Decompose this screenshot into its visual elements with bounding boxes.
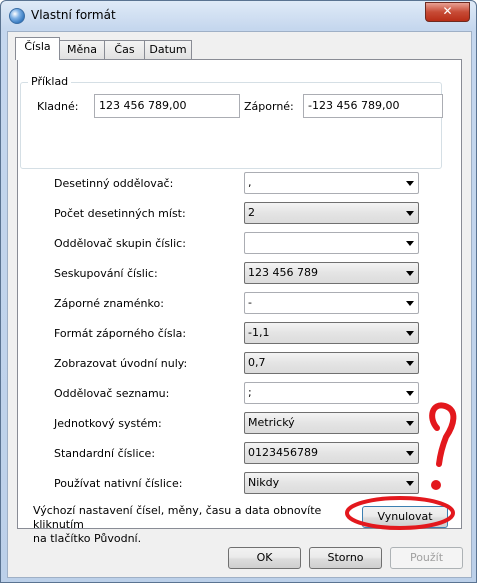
cancel-button[interactable]: Storno [309, 547, 382, 569]
negative-number-format-label: Formát záporného čísla: [54, 327, 187, 340]
negative-label: Záporné: [244, 100, 294, 113]
tab-cas[interactable]: Čas [104, 40, 145, 59]
list-separator-combo[interactable]: ; [244, 382, 419, 404]
decimal-separator-combo[interactable]: , [244, 172, 419, 194]
reset-button[interactable]: Vynulovat [362, 506, 448, 528]
reset-info-line-2: na tlačítko Původní. [33, 532, 142, 545]
measurement-system-value: Metrický [248, 416, 295, 429]
list-separator-value: ; [248, 386, 252, 399]
negative-sign-value: - [248, 296, 252, 309]
title-bar[interactable]: Vlastní formát ✕ [1, 1, 476, 31]
dropdown-arrow-icon[interactable] [406, 301, 414, 306]
negative-number-format-select[interactable]: -1,1 [244, 322, 419, 344]
dropdown-arrow-icon[interactable] [406, 391, 414, 396]
tab-cisla[interactable]: Čísla [15, 37, 60, 60]
window-title: Vlastní formát [31, 8, 116, 22]
dropdown-arrow-icon[interactable] [406, 271, 414, 276]
native-digits-label: Používat nativní číslice: [54, 477, 183, 490]
standard-digits-label: Standardní číslice: [54, 447, 156, 460]
negative-sign-label: Záporné znaménko: [54, 297, 164, 310]
native-digits-value: Nikdy [248, 476, 280, 489]
decimal-digits-value: 2 [248, 206, 255, 219]
dropdown-arrow-icon[interactable] [406, 361, 414, 366]
digit-grouping-symbol-label: Oddělovač skupin číslic: [54, 237, 186, 250]
measurement-system-label: Jednotkový systém: [54, 417, 162, 430]
decimal-separator-value: , [248, 176, 252, 189]
dialog-window: Vlastní formát ✕ Čísla Měna Čas Datum Př… [0, 0, 477, 583]
close-button[interactable]: ✕ [425, 2, 470, 22]
decimal-separator-label: Desetinný oddělovač: [54, 177, 174, 190]
positive-example-field[interactable]: 123 456 789,00 [94, 94, 240, 118]
positive-label: Kladné: [37, 100, 79, 113]
dropdown-arrow-icon[interactable] [406, 211, 414, 216]
negative-sign-combo[interactable]: - [244, 292, 419, 314]
leading-zeros-select[interactable]: 0,7 [244, 352, 419, 374]
tab-datum[interactable]: Datum [144, 40, 192, 59]
digit-grouping-symbol-combo[interactable] [244, 232, 419, 254]
digit-grouping-select[interactable]: 123 456 789 [244, 262, 419, 284]
measurement-system-select[interactable]: Metrický [244, 412, 419, 434]
decimal-digits-label: Počet desetinných míst: [54, 207, 186, 220]
globe-icon [9, 8, 25, 24]
digit-grouping-label: Seskupování číslic: [54, 267, 158, 280]
ok-button[interactable]: OK [228, 547, 301, 569]
negative-number-format-value: -1,1 [248, 326, 270, 339]
apply-button[interactable]: Použít [390, 547, 463, 569]
dropdown-arrow-icon[interactable] [406, 331, 414, 336]
decimal-digits-select[interactable]: 2 [244, 202, 419, 224]
digit-grouping-value: 123 456 789 [248, 266, 318, 279]
list-separator-label: Oddělovač seznamu: [54, 387, 170, 400]
dropdown-arrow-icon[interactable] [406, 451, 414, 456]
dropdown-arrow-icon[interactable] [406, 241, 414, 246]
dropdown-arrow-icon[interactable] [406, 421, 414, 426]
tab-mena[interactable]: Měna [59, 40, 105, 59]
dropdown-arrow-icon[interactable] [406, 181, 414, 186]
native-digits-select[interactable]: Nikdy [244, 472, 419, 494]
reset-info-line-1: Výchozí nastavení čísel, měny, času a da… [33, 504, 322, 531]
standard-digits-select[interactable]: 0123456789 [244, 442, 419, 464]
reset-info-text: Výchozí nastavení čísel, měny, času a da… [33, 504, 363, 546]
negative-example-field[interactable]: -123 456 789,00 [303, 94, 443, 118]
standard-digits-value: 0123456789 [248, 446, 318, 459]
leading-zeros-value: 0,7 [248, 356, 266, 369]
leading-zeros-label: Zobrazovat úvodní nuly: [54, 357, 188, 370]
example-legend: Příklad [28, 75, 72, 88]
dialog-client-area: Čísla Měna Čas Datum Příklad Kladné: 123… [7, 31, 472, 578]
dropdown-arrow-icon[interactable] [406, 481, 414, 486]
